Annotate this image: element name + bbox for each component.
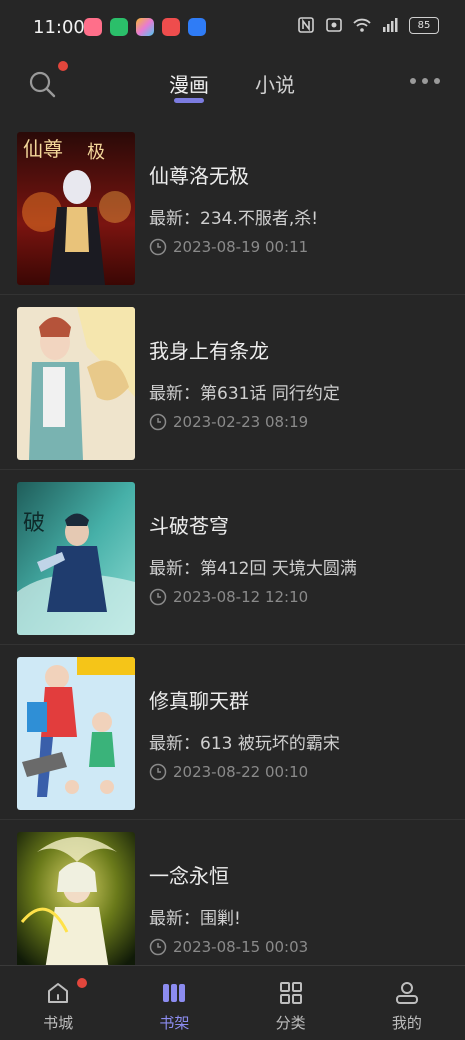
- book-latest-chapter: 最新：613 被玩坏的霸宋: [149, 734, 340, 754]
- more-options-icon[interactable]: [410, 78, 440, 84]
- nav-label: 分类: [275, 1014, 306, 1032]
- app-bilibili-icon: [84, 18, 102, 36]
- book-title: 斗破苍穹: [149, 514, 229, 538]
- nav-label: 我的: [391, 1014, 422, 1032]
- search-icon[interactable]: [26, 68, 58, 100]
- status-indicators: 85: [297, 16, 439, 34]
- book-latest-chapter: 最新：第412回 天境大圆满: [149, 559, 357, 579]
- svg-text:仙尊: 仙尊: [23, 137, 63, 161]
- app-blue-icon: [188, 18, 206, 36]
- nav-bookshelf[interactable]: 书架: [116, 966, 232, 1040]
- tab-active-indicator: [174, 98, 204, 103]
- home-icon: [48, 983, 69, 1003]
- clock-icon: [149, 588, 167, 606]
- mute-icon: [326, 18, 342, 32]
- book-timestamp: 2023-02-23 08:19: [173, 413, 309, 431]
- search-badge: [58, 61, 68, 71]
- book-cover: [17, 657, 135, 810]
- nav-bookstore[interactable]: 书城: [0, 966, 116, 1040]
- nfc-icon: [298, 17, 314, 33]
- clock-icon: [149, 238, 167, 256]
- battery-indicator: 85: [409, 16, 439, 34]
- book-cover: 仙尊 极: [17, 132, 135, 285]
- book-latest-chapter: 最新：234.不服者,杀!: [149, 209, 319, 229]
- category-grid-icon: [279, 982, 302, 1004]
- book-item[interactable]: 我身上有条龙 最新：第631话 同行约定 2023-02-23 08:19: [0, 295, 465, 470]
- status-app-icons: [84, 18, 206, 36]
- nav-category[interactable]: 分类: [233, 966, 349, 1040]
- bottom-navigation: 书城 书架 分类 我的: [0, 965, 465, 1040]
- app-red-icon: [162, 18, 180, 36]
- book-item[interactable]: 修真聊天群 最新：613 被玩坏的霸宋 2023-08-22 00:10: [0, 645, 465, 820]
- book-update-time: 2023-08-12 12:10: [149, 588, 308, 606]
- top-bar: 漫画 小说: [0, 56, 465, 116]
- book-update-time: 2023-08-15 00:03: [149, 938, 308, 956]
- clock-icon: [149, 413, 167, 431]
- book-update-time: 2023-08-22 00:10: [149, 763, 308, 781]
- book-cover: [17, 307, 135, 460]
- book-timestamp: 2023-08-19 00:11: [173, 238, 309, 256]
- book-update-time: 2023-02-23 08:19: [149, 413, 308, 431]
- bookshelf-icon: [163, 984, 186, 1002]
- profile-icon: [395, 982, 418, 1004]
- book-timestamp: 2023-08-15 00:03: [173, 938, 309, 956]
- book-latest-chapter: 最新：第631话 同行约定: [149, 384, 340, 404]
- status-bar: 11:00 85: [0, 0, 465, 56]
- status-time: 11:00: [33, 17, 85, 38]
- book-title: 仙尊洛无极: [149, 164, 249, 188]
- book-update-time: 2023-08-19 00:11: [149, 238, 308, 256]
- tab-comics[interactable]: 漫画: [169, 69, 209, 98]
- wifi-icon: [353, 18, 371, 32]
- app-photos-icon: [136, 18, 154, 36]
- book-item[interactable]: 仙尊 极 仙尊洛无极 最新：234.不服者,杀! 2023-08-19 00:1…: [0, 120, 465, 295]
- book-timestamp: 2023-08-12 12:10: [173, 588, 309, 606]
- book-item[interactable]: 破 斗破苍穹 最新：第412回 天境大圆满 2023-08-12 12:10: [0, 470, 465, 645]
- app-chat-icon: [110, 18, 128, 36]
- book-timestamp: 2023-08-22 00:10: [173, 763, 309, 781]
- book-cover: [17, 832, 135, 970]
- book-latest-chapter: 最新：围剿!: [149, 909, 241, 929]
- svg-text:极: 极: [87, 142, 105, 163]
- book-title: 修真聊天群: [149, 689, 249, 713]
- bookshelf-list: 仙尊 极 仙尊洛无极 最新：234.不服者,杀! 2023-08-19 00:1…: [0, 120, 465, 994]
- nav-label: 书城: [43, 1014, 74, 1032]
- book-title: 我身上有条龙: [149, 339, 269, 363]
- signal-icon: [383, 18, 398, 32]
- clock-icon: [149, 938, 167, 956]
- svg-text:破: 破: [23, 511, 45, 536]
- tab-novels[interactable]: 小说: [255, 69, 295, 98]
- clock-icon: [149, 763, 167, 781]
- book-title: 一念永恒: [149, 864, 229, 888]
- book-cover: 破: [17, 482, 135, 635]
- nav-profile[interactable]: 我的: [349, 966, 465, 1040]
- nav-bookstore-badge: [77, 978, 87, 988]
- nav-label: 书架: [159, 1014, 190, 1032]
